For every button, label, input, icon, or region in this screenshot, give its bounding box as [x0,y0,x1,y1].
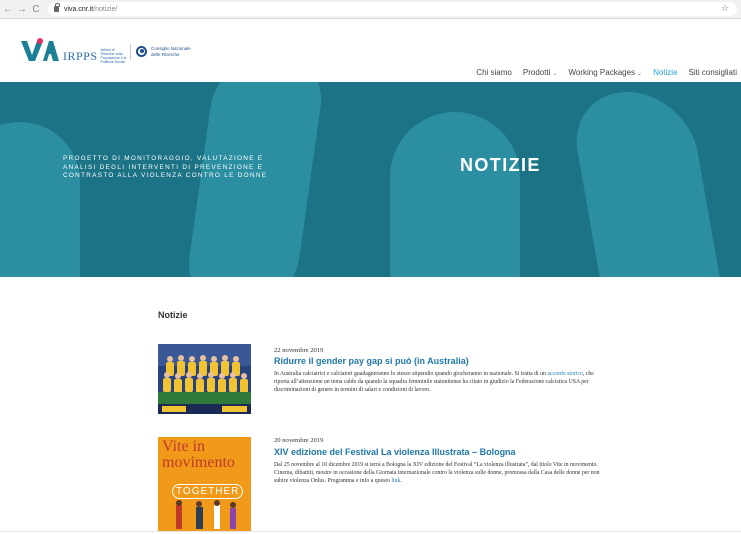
news-excerpt-text: Dal 25 novembre al 10 dicembre 2019 si t… [274,462,600,484]
lock-icon [54,3,60,12]
via-logo[interactable] [21,38,59,62]
nav-prodotti-label: Prodotti [522,68,551,77]
irpps-mark: IRPPS [63,48,98,63]
news-title-link[interactable]: XIV edizione del Festival La violenza Il… [274,447,516,457]
hero-shape [567,92,733,277]
url-path: /notizie/ [93,5,118,13]
news-excerpt-text: . [400,478,402,484]
news-thumbnail-football-team[interactable] [158,344,251,414]
chevron-down-icon: ⌄ [552,71,558,77]
poster-word: TOGETHER [172,484,244,499]
section-title: Notizie [158,310,188,320]
news-excerpt-text: In Australia calciatrici e calciatori gu… [274,371,548,377]
poster-figures-illustration [176,500,236,529]
news-date: 20 novembre 2019 [274,437,324,444]
hero-shape [0,122,80,277]
reload-button[interactable]: C [30,4,42,15]
star-icon[interactable]: ☆ [721,3,729,14]
nav-notizie[interactable]: Notizie [653,68,677,77]
back-button[interactable]: ← [2,4,14,15]
nav-working-packages-label: Working Packages [568,68,636,77]
news-title-link[interactable]: Ridurre il gender pay gap si può (in Aus… [274,356,469,366]
cnr-emblem-icon [136,46,147,57]
cnr-logo[interactable]: Consiglio Nazionale delle Ricerche [136,46,191,57]
site-header: IRPPS Istituto di Ricerche sulla Popolaz… [0,20,741,82]
browser-toolbar: ← → C viva.cnr.it/notizie/ ☆ [0,0,741,19]
address-bar[interactable]: viva.cnr.it/notizie/ ☆ [48,2,737,16]
news-inline-link[interactable]: accordo storico [547,371,583,377]
hero-banner: Progetto di monitoraggio, valutazione e … [0,82,741,277]
chevron-down-icon: ⌄ [637,71,643,77]
forward-button[interactable]: → [16,4,28,15]
cnr-text: Consiglio Nazionale delle Ricerche [151,46,191,57]
irpps-logo[interactable]: IRPPS Istituto di Ricerche sulla Popolaz… [63,48,129,64]
news-excerpt: Dal 25 novembre al 10 dicembre 2019 si t… [274,461,602,485]
nav-working-packages[interactable]: Working Packages ⌄ [568,68,642,77]
news-date: 22 novembre 2019 [274,347,324,354]
hero-shape [390,112,520,277]
cnr-text-line-2: delle Ricerche [151,51,180,57]
nav-prodotti[interactable]: Prodotti ⌄ [523,68,558,77]
poster-line-2: movimento [162,454,235,471]
nav-chi-siamo[interactable]: Chi siamo [476,68,512,77]
nav-siti-consigliati[interactable]: Siti consigliati [689,68,737,77]
poster-line-1: Vite in [162,438,206,455]
divider [0,531,741,532]
irpps-text: Istituto di Ricerche sulla Popolazione e… [100,48,127,64]
logo-divider [130,44,131,60]
cnr-text-line-1: Consiglio Nazionale [151,46,191,51]
news-excerpt: In Australia calciatrici e calciatori gu… [274,370,602,394]
url-host: viva.cnr.it [64,5,94,13]
page-title: NOTIZIE [460,155,541,175]
hero-tagline: Progetto di monitoraggio, valutazione e … [63,155,268,180]
main-nav: Chi siamo Prodotti ⌄ Working Packages ⌄ No… [476,68,737,77]
news-thumbnail-poster[interactable]: Vite in movimento TOGETHER [158,437,251,531]
